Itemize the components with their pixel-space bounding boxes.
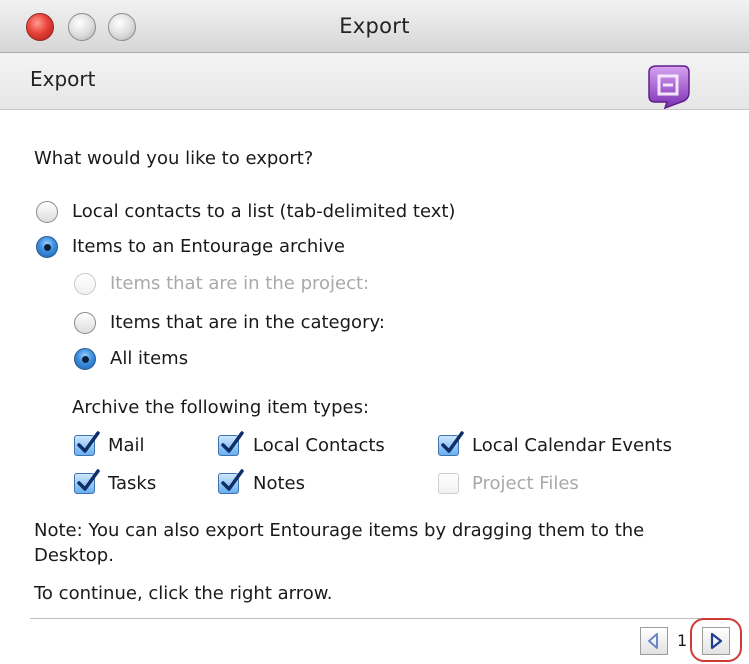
checkmark-icon: [77, 431, 100, 453]
checkbox-local-calendar-events[interactable]: [438, 431, 464, 456]
arrow-left-icon: [648, 633, 658, 649]
checkmark-icon: [221, 469, 244, 491]
radio-entourage-archive[interactable]: [36, 236, 58, 258]
export-question: What would you like to export?: [34, 148, 314, 169]
radio-items-in-project-label: Items that are in the project:: [110, 273, 370, 294]
radio-local-contacts[interactable]: [36, 201, 58, 223]
radio-local-contacts-label[interactable]: Local contacts to a list (tab-delimited …: [72, 201, 455, 222]
radio-items-in-category[interactable]: [74, 312, 96, 334]
checkbox-local-contacts-label[interactable]: Local Contacts: [253, 435, 385, 456]
footer-divider: [30, 618, 720, 619]
page-number: 1: [677, 631, 688, 650]
checkmark-icon: [77, 469, 100, 491]
checkbox-project-files-label: Project Files: [472, 473, 579, 494]
previous-page-button[interactable]: [640, 627, 668, 655]
radio-entourage-archive-label[interactable]: Items to an Entourage archive: [72, 236, 345, 257]
window-title: Export: [339, 14, 410, 38]
radio-all-items[interactable]: [74, 348, 96, 370]
entourage-logo-icon: [643, 62, 693, 112]
item-types-heading: Archive the following item types:: [72, 397, 370, 418]
checkbox-notes[interactable]: [218, 469, 244, 494]
checkbox-project-files: [438, 473, 459, 494]
next-button-highlight: [690, 618, 742, 662]
checkbox-mail[interactable]: [74, 431, 100, 456]
checkbox-notes-label[interactable]: Notes: [253, 473, 305, 494]
checkmark-icon: [441, 431, 464, 453]
radio-all-items-label[interactable]: All items: [110, 348, 188, 369]
radio-items-in-category-label[interactable]: Items that are in the category:: [110, 312, 385, 333]
checkbox-local-contacts[interactable]: [218, 431, 244, 456]
checkbox-tasks[interactable]: [74, 469, 100, 494]
checkmark-icon: [221, 431, 244, 453]
checkbox-mail-label[interactable]: Mail: [108, 435, 145, 456]
assistant-header: Export: [0, 53, 749, 110]
note-text-line2: Desktop.: [34, 545, 114, 566]
title-bar: Export: [0, 0, 749, 53]
checkbox-tasks-label[interactable]: Tasks: [108, 473, 156, 494]
radio-items-in-project: [74, 273, 96, 295]
page-title: Export: [30, 67, 96, 91]
checkbox-local-calendar-events-label[interactable]: Local Calendar Events: [472, 435, 672, 456]
note-text-line1: Note: You can also export Entourage item…: [34, 520, 645, 541]
export-window: Export Export What would you like to exp…: [0, 0, 749, 664]
continue-instruction: To continue, click the right arrow.: [34, 583, 333, 604]
